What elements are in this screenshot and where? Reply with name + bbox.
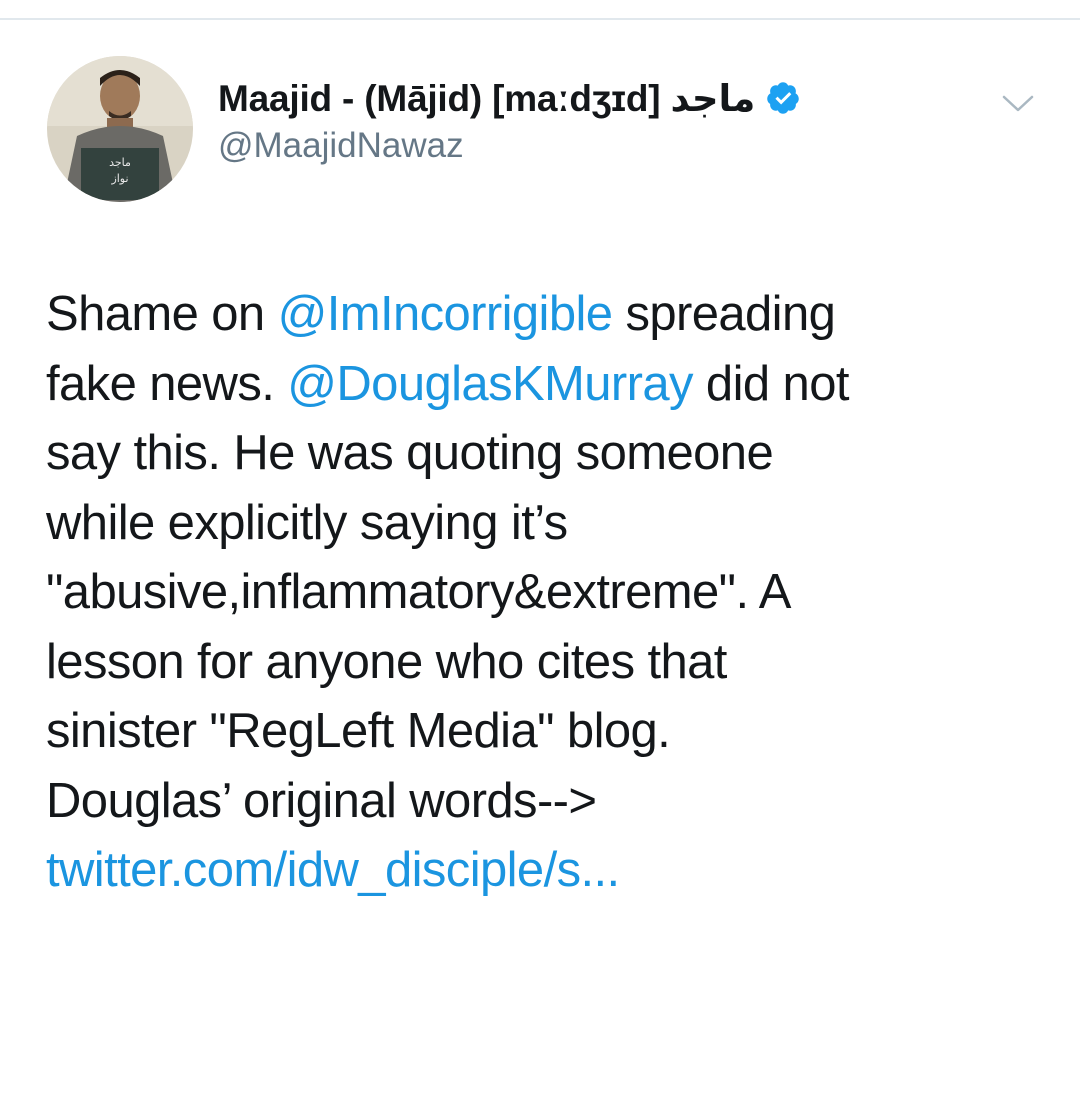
text-segment: spreading	[612, 287, 836, 341]
text-segment: did not	[692, 356, 850, 411]
handle[interactable]: @MaajidNawaz	[218, 126, 801, 166]
chevron-down-icon[interactable]	[1000, 92, 1036, 114]
tweet-line-5: "abusive,inflammatory&extreme". A	[46, 565, 791, 619]
text-segment: fake news.	[46, 356, 288, 411]
tweet-line-3: say this. He was quoting someone	[46, 426, 774, 480]
tweet-line-8: Douglas’ original words-->	[46, 773, 597, 828]
svg-text:نواز: نواز	[110, 172, 128, 185]
tweet-header: ماجد نواز Maajid - (Mājid) [maːdʒɪd] ماج…	[0, 0, 1080, 230]
tweet-line-6: lesson for anyone who cites that	[46, 634, 727, 689]
mention-douglaskmurray[interactable]: @DouglasKMurray	[287, 357, 693, 411]
tweet-line-2: fake news. @DouglasKMurray did not	[46, 350, 1056, 420]
svg-text:ماجد: ماجد	[109, 156, 131, 169]
avatar-photo: ماجد نواز	[47, 56, 193, 202]
tweet-line-4: while explicitly saying it’s	[46, 495, 568, 550]
avatar[interactable]: ماجد نواز	[47, 56, 193, 202]
author-names: Maajid - (Mājid) [maːdʒɪd] ماجد @MaajidN…	[218, 74, 801, 166]
tweet-line-1: Shame on @ImIncorrigible spreading	[46, 280, 1056, 350]
text-segment: Shame on	[46, 287, 278, 341]
tweet-line-7: sinister "RegLeft Media" blog.	[46, 704, 671, 758]
tweet-link[interactable]: twitter.com/idw_disciple/s...	[46, 836, 1056, 906]
tweet-text: Shame on @ImIncorrigible spreading fake …	[46, 280, 1056, 906]
display-name-row: Maajid - (Mājid) [maːdʒɪd] ماجد	[218, 74, 801, 122]
display-name[interactable]: Maajid - (Mājid) [maːdʒɪd] ماجد	[218, 77, 756, 120]
mention-imincorrigible[interactable]: @ImIncorrigible	[278, 287, 613, 341]
verified-badge-icon	[767, 82, 800, 114]
